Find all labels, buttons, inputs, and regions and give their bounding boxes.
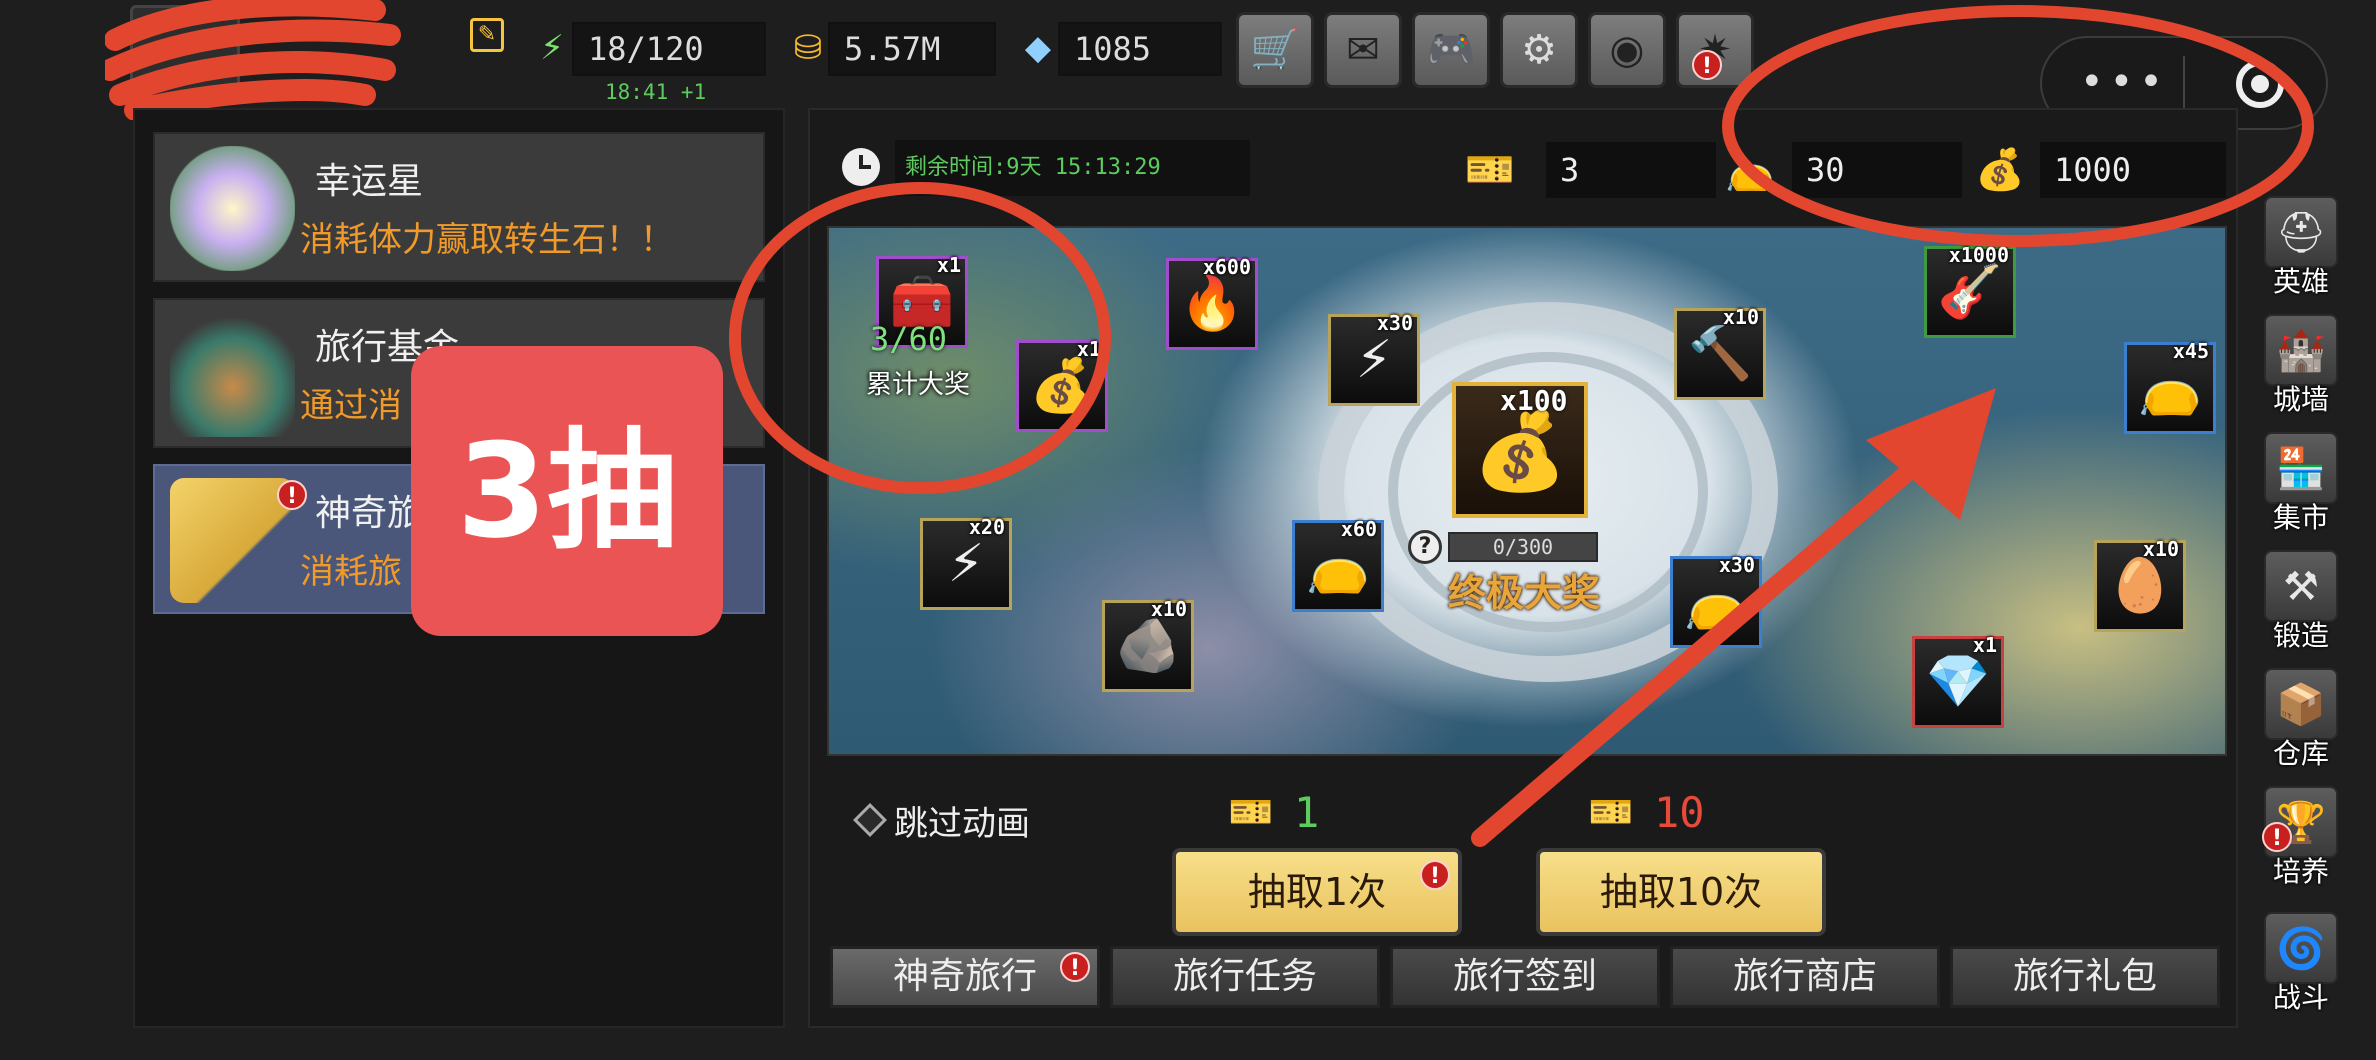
board-item-hammer[interactable]: 🔨 x10 (1674, 305, 1766, 400)
draw-alert-icon: ! (1420, 860, 1450, 890)
gem-value: 1085 (1058, 22, 1222, 76)
activity-title: 神奇旅 (315, 493, 424, 534)
market-icon: 🏪 (2264, 432, 2338, 504)
travel-fund-bag-icon (170, 312, 295, 437)
activity-lucky-star[interactable]: 幸运星 消耗体力赢取转生石！！ (153, 132, 765, 282)
activity-desc: 通过消 (300, 386, 402, 426)
nav-label: 英雄 (2272, 265, 2329, 298)
aperture-icon[interactable]: ◉ (1588, 12, 1666, 88)
cumulative-prize-label: 累计大奖 (866, 370, 971, 400)
stamina-value: 18/120 (572, 22, 766, 76)
board-item-guitar[interactable]: 🎸 x1000 (1924, 243, 2016, 338)
small-bag-count: 30 (1792, 142, 1962, 198)
wall-icon: 🏰 (2264, 314, 2338, 386)
cumulative-prize-count: 3/60 (870, 320, 948, 358)
stamina-regen-timer: 18:41 +1 (605, 80, 707, 104)
firework-alert-icon: ! (1692, 50, 1722, 80)
activity-title: 幸运星 (315, 161, 424, 202)
grand-prize-label: 终极大奖 (1448, 571, 1601, 615)
gold-value: 5.57M (828, 22, 996, 76)
board-item-crystal[interactable]: 💎 x1 (1912, 633, 2004, 728)
tab-travel-signin[interactable]: 旅行签到 (1390, 946, 1660, 1008)
nav-train-alert-icon: ! (2262, 822, 2292, 852)
board-item-lightning[interactable]: ⚡ x20 (920, 515, 1012, 610)
tab-magic-travel[interactable]: 神奇旅行 (830, 946, 1100, 1008)
tab-alert-icon: ! (1060, 952, 1090, 982)
draw-once-button[interactable]: 抽取1次 (1172, 848, 1462, 936)
nav-label: 仓库 (2272, 737, 2329, 770)
nav-forge[interactable]: ⚒ 锻造 (2264, 550, 2338, 654)
nav-label: 培养 (2272, 855, 2329, 888)
draw-ten-button[interactable]: 抽取10次 (1536, 848, 1826, 936)
activity-desc: 消耗体力赢取转生石！！ (300, 220, 674, 260)
draw10-cost: 10 (1654, 788, 1705, 837)
nav-label: 城墙 (2272, 383, 2329, 416)
anvil-icon: ⚒ (2264, 550, 2338, 622)
mail-icon[interactable]: ✉ (1324, 12, 1402, 88)
heroes-icon: ⛑ (2264, 196, 2338, 268)
gem-icon: ◆ (1024, 28, 1052, 68)
capsule-divider (2183, 56, 2185, 110)
close-target-icon[interactable] (2236, 60, 2284, 108)
board-item-red-bag[interactable]: 💰 x1 (1016, 337, 1108, 432)
gear-icon[interactable]: ⚙ (1500, 12, 1578, 88)
board-item-golden-egg[interactable]: 🥚 x10 (2094, 537, 2186, 632)
draw1-cost: 1 (1294, 788, 1320, 837)
pink-bag-icon: 👝 (1725, 147, 1775, 193)
warehouse-icon: 📦 (2264, 668, 2338, 740)
shop-cart-icon[interactable]: 🛒 (1236, 12, 1314, 88)
nav-market[interactable]: 🏪 集市 (2264, 432, 2338, 536)
lucky-star-icon (170, 146, 295, 271)
board-item-pink-bag-60[interactable]: 👝 x60 (1292, 517, 1384, 612)
draw-count-overlay-badge: 3抽 (411, 346, 723, 636)
nav-battle[interactable]: 🌀 战斗 (2264, 912, 2338, 1016)
board-item-blue-stone[interactable]: 🪨 x10 (1102, 597, 1194, 692)
board-item-fire-orb[interactable]: 🔥 x600 (1166, 255, 1258, 350)
red-bag-icon: 💰 (1975, 147, 2025, 193)
gold-icon: ⛁ (793, 28, 823, 68)
big-bag-count: 1000 (2040, 142, 2226, 198)
stamina-icon: ⚡ (540, 28, 564, 68)
redaction-scribble (105, 0, 401, 120)
tab-travel-shop[interactable]: 旅行商店 (1670, 946, 1940, 1008)
nav-label: 集市 (2272, 501, 2329, 534)
nav-heroes[interactable]: ⛑ 英雄 (2264, 196, 2338, 300)
tab-travel-tasks[interactable]: 旅行任务 (1110, 946, 1380, 1008)
board-item-pink-bag-45[interactable]: 👝 x45 (2124, 339, 2216, 434)
nav-wall[interactable]: 🏰 城墙 (2264, 314, 2338, 418)
board-item-lightning-shard[interactable]: ⚡ x30 (1328, 311, 1420, 406)
gamepad-icon[interactable]: 🎮 (1412, 12, 1490, 88)
nav-label: 锻造 (2272, 619, 2329, 652)
grand-prize-qty: x100 (1500, 384, 1568, 417)
board-item-pink-bag-30[interactable]: 👝 x30 (1670, 553, 1762, 648)
skip-animation-label[interactable]: 跳过动画 (894, 796, 1030, 845)
nav-warehouse[interactable]: 📦 仓库 (2264, 668, 2338, 772)
edit-icon[interactable]: ✎ (470, 18, 504, 52)
activity-alert-icon: ! (277, 480, 307, 510)
activity-desc: 消耗旅 (300, 552, 402, 592)
grand-prize-progress-text: 0/300 (1492, 535, 1554, 559)
more-menu-icon[interactable]: ••• (2080, 62, 2169, 102)
tab-travel-pack[interactable]: 旅行礼包 (1950, 946, 2220, 1008)
travel-ticket-icon: 🎫 (1228, 792, 1274, 833)
portal-icon: 🌀 (2264, 912, 2338, 984)
nav-label: 战斗 (2272, 981, 2329, 1014)
remaining-time: 剩余时间:9天 15:13:29 (895, 140, 1250, 196)
help-question-icon[interactable]: ? (1408, 530, 1442, 564)
grand-prize-progress: 0/300 (1448, 532, 1598, 562)
clock-icon (842, 148, 880, 186)
travel-ticket-icon: 🎫 (1465, 147, 1515, 193)
ticket-count: 3 (1546, 142, 1716, 198)
travel-ticket-icon: 🎫 (1588, 792, 1634, 833)
